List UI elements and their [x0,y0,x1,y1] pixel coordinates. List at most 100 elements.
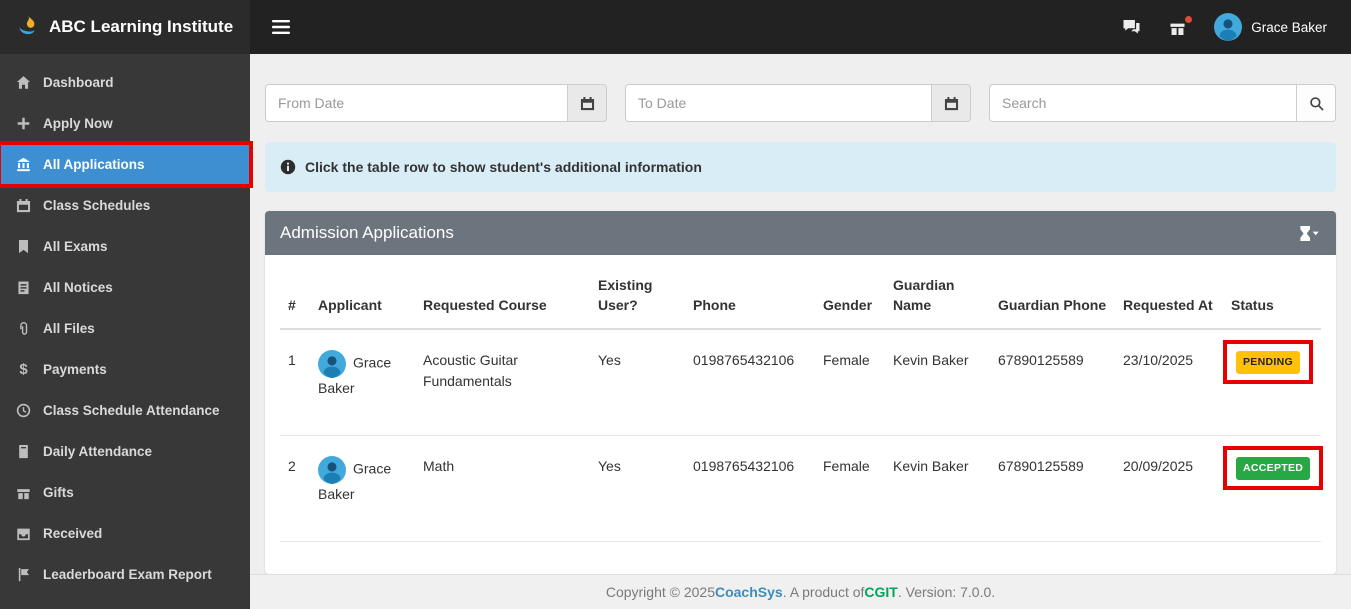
search-input[interactable] [989,84,1296,122]
from-date-calendar-button[interactable] [567,84,607,122]
panel-body: # Applicant Requested Course Existing Us… [265,255,1336,574]
status-badge: ACCEPTED [1236,456,1311,481]
notebook-icon [16,444,31,459]
sidebar-menu: Dashboard Apply Now All Applications Cla… [0,62,253,595]
layout: Dashboard Apply Now All Applications Cla… [0,54,1351,609]
calendar-icon [580,96,594,110]
cell-guardian-name: Kevin Baker [885,435,990,542]
cell-status: ACCEPTED [1223,435,1324,542]
cell-requested-at: 20/09/2025 [1115,435,1223,542]
sidebar-item-label: Gifts [43,485,74,500]
search-button[interactable] [1296,84,1336,122]
table-row[interactable]: 1 Grace Baker Acoustic Guitar Fundamenta… [280,328,1321,436]
book-icon [16,239,31,254]
logo-flame-icon [14,14,40,40]
from-date-group [265,84,607,122]
cell-gender: Female [815,328,885,436]
topbar-icons: Grace Baker [1122,13,1351,41]
col-header: Requested Course [415,255,590,330]
coachsys-link[interactable]: CoachSys [715,584,783,600]
panel-header: Admission Applications [265,211,1336,255]
gift-icon [16,485,31,500]
filter-dropdown-button[interactable] [1299,225,1321,241]
cell-gender: Female [815,435,885,542]
col-header: Phone [685,255,815,330]
sidebar-item-class-schedule-attendance[interactable]: Class Schedule Attendance [0,390,250,431]
col-header: # [280,255,310,330]
bank-icon [16,157,31,172]
inbox-icon [16,526,31,541]
calendar-icon [16,198,31,213]
cell-applicant: Grace Baker [310,328,415,436]
user-menu[interactable]: Grace Baker [1214,13,1327,41]
sidebar-item-label: All Notices [43,280,113,295]
cell-phone: 0198765432106 [685,435,815,542]
sidebar-item-all-files[interactable]: All Files [0,308,250,349]
sidebar-item-label: Leaderboard Exam Report [43,567,212,582]
sidebar-item-dashboard[interactable]: Dashboard [0,62,250,103]
sidebar-item-leaderboard-exam-report[interactable]: Leaderboard Exam Report [0,554,250,595]
chat-icon[interactable] [1122,19,1141,35]
alert-text: Click the table row to show student's ad… [305,159,702,175]
sidebar-item-label: Class Schedules [43,198,151,213]
sidebar-item-all-applications[interactable]: All Applications [0,141,253,188]
sidebar-item-all-exams[interactable]: All Exams [0,226,250,267]
sidebar-item-label: Class Schedule Attendance [43,403,220,418]
cell-applicant: Grace Baker [310,435,415,542]
sidebar-item-label: All Files [43,321,95,336]
to-date-input[interactable] [625,84,931,122]
sidebar-item-label: All Applications [43,157,145,172]
flag-icon [16,567,31,582]
cell-num: 2 [280,435,310,542]
table-header-row: # Applicant Requested Course Existing Us… [280,255,1321,330]
col-header: Guardian Phone [990,255,1115,330]
search-icon [1309,96,1324,111]
user-name: Grace Baker [1251,19,1327,35]
cell-guardian-phone: 67890125589 [990,435,1115,542]
cell-course: Acoustic Guitar Fundamentals [415,328,590,436]
cell-phone: 0198765432106 [685,328,815,436]
brand[interactable]: ABC Learning Institute [0,0,250,54]
col-header: Existing User? [590,255,685,330]
calendar-icon [944,96,958,110]
sidebar: Dashboard Apply Now All Applications Cla… [0,54,253,609]
sidebar-item-daily-attendance[interactable]: Daily Attendance [0,431,250,472]
avatar [318,455,346,484]
sidebar-item-payments[interactable]: $ Payments [0,349,250,390]
table-row[interactable]: 2 Grace Baker Math Yes 0198765432106 Fem… [280,435,1324,542]
search-group [989,84,1336,122]
sidebar-item-label: Payments [43,362,107,377]
dollar-icon: $ [19,361,28,378]
cgit-link[interactable]: CGIT [864,584,897,600]
to-date-group [625,84,971,122]
paperclip-icon [16,321,31,336]
cell-guardian-phone: 67890125589 [990,328,1115,436]
to-date-calendar-button[interactable] [931,84,971,122]
cell-num: 1 [280,328,310,436]
sidebar-item-apply-now[interactable]: Apply Now [0,103,250,144]
from-date-input[interactable] [265,84,567,122]
cell-requested-at: 23/10/2025 [1115,328,1223,436]
hamburger-menu-icon[interactable] [272,20,290,34]
footer: Copyright © 2025 CoachSys . A product of… [250,573,1351,609]
cell-course: Math [415,435,590,542]
info-alert: Click the table row to show student's ad… [265,142,1336,192]
annotation-box: ACCEPTED [1223,445,1324,491]
status-badge: PENDING [1236,350,1300,375]
footer-text: . A product of [782,583,865,600]
filter-bar [265,84,1336,122]
sidebar-item-all-notices[interactable]: All Notices [0,267,250,308]
gift-notification-icon[interactable] [1169,15,1193,36]
hourglass-caret-icon [1300,225,1319,241]
admissions-panel: Admission Applications # Applicant Reque… [265,211,1336,574]
cell-existing-user: Yes [590,328,685,436]
cell-status: PENDING [1223,328,1321,436]
sidebar-item-gifts[interactable]: Gifts [0,472,250,513]
sidebar-item-received[interactable]: Received [0,513,250,554]
cell-existing-user: Yes [590,435,685,542]
applications-table: # Applicant Requested Course Existing Us… [280,255,1324,542]
content: Click the table row to show student's ad… [250,54,1351,574]
panel-title: Admission Applications [280,223,454,242]
cell-guardian-name: Kevin Baker [885,328,990,436]
sidebar-item-class-schedules[interactable]: Class Schedules [0,185,250,226]
